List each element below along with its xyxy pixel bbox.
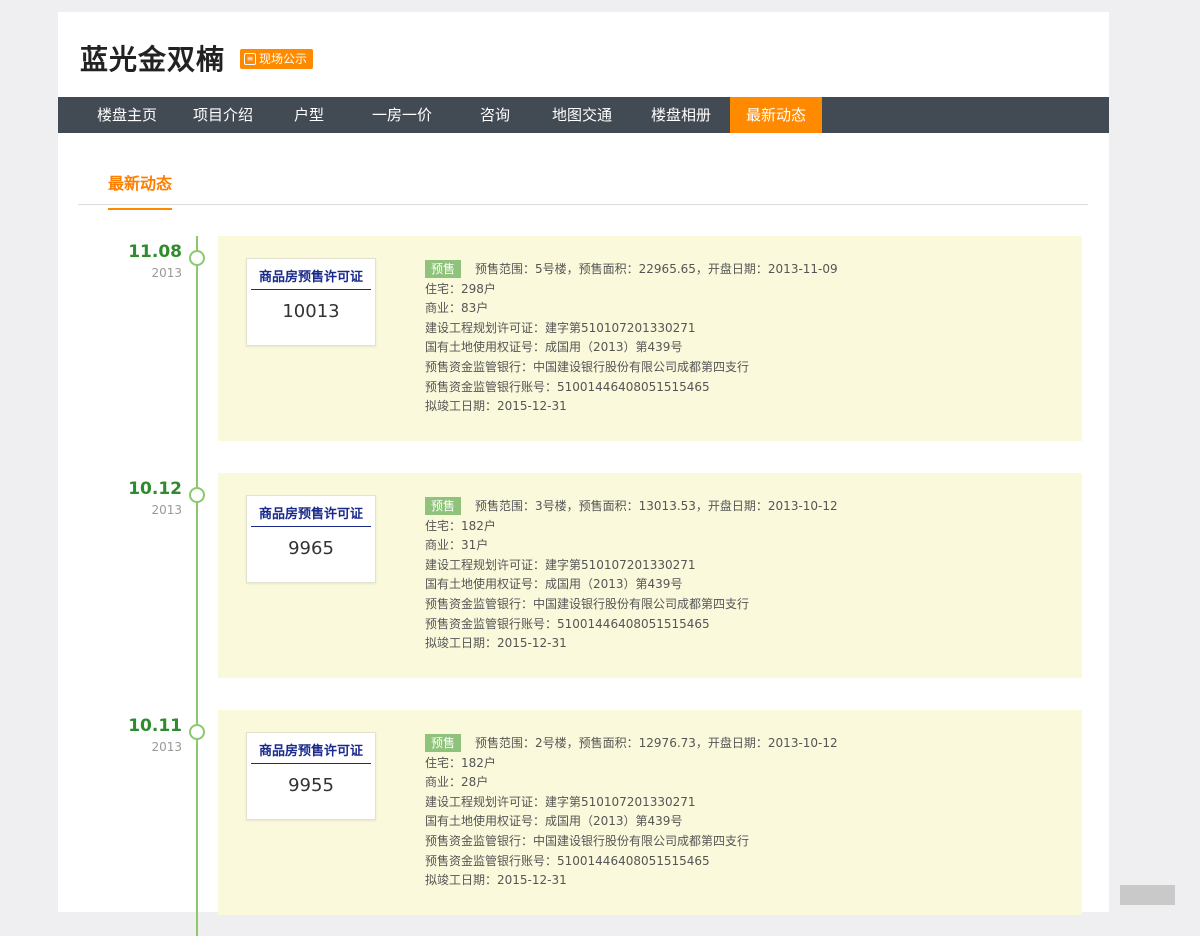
info-summary: 预售范围：5号楼，预售面积：22965.65，开盘日期：2013-11-09 <box>475 262 838 276</box>
info-summary: 预售范围：2号楼，预售面积：12976.73，开盘日期：2013-10-12 <box>475 736 838 750</box>
info-line: 拟竣工日期：2015-12-31 <box>425 636 567 651</box>
info-summary-line: 预售 预售范围：3号楼，预售面积：13013.53，开盘日期：2013-10-12 <box>425 497 1065 517</box>
entry-date: 11.08 <box>128 242 182 262</box>
presale-tag: 预售 <box>425 260 462 278</box>
entry-date: 10.11 <box>128 716 182 736</box>
nav-item-0[interactable]: 楼盘主页 <box>80 97 174 133</box>
nav-item-2[interactable]: 户型 <box>272 97 346 133</box>
certificate-title: 商品房预售许可证 <box>251 740 371 764</box>
nav-item-3[interactable]: 一房一价 <box>346 97 458 133</box>
info-line: 国有土地使用权证号：成国用（2013）第439号 <box>425 577 683 592</box>
info-line: 建设工程规划许可证：建字第510107201330271 <box>425 320 696 335</box>
info-line: 预售资金监管银行：中国建设银行股份有限公司成都第四支行 <box>425 596 750 611</box>
nav-item-7[interactable]: 最新动态 <box>730 97 822 133</box>
info-summary: 预售范围：3号楼，预售面积：13013.53，开盘日期：2013-10-12 <box>475 499 838 513</box>
page-title: 蓝光金双楠 <box>80 43 226 76</box>
timeline-dot <box>189 724 205 740</box>
info-line: 商业：31户 <box>425 538 489 553</box>
nav-item-4[interactable]: 咨询 <box>458 97 532 133</box>
entry-info: 预售 预售范围：3号楼，预售面积：13013.53，开盘日期：2013-10-12… <box>425 497 1065 654</box>
info-line: 拟竣工日期：2015-12-31 <box>425 399 567 414</box>
nav-item-5[interactable]: 地图交通 <box>532 97 632 133</box>
main-nav: 楼盘主页 项目介绍 户型 一房一价 咨询 地图交通 楼盘相册 最新动态 <box>58 97 1109 133</box>
certificate-title: 商品房预售许可证 <box>251 266 371 290</box>
entry-card: 商品房预售许可证 9965 预售 预售范围：3号楼，预售面积：13013.53，开… <box>218 473 1082 678</box>
entry-year: 2013 <box>151 740 182 754</box>
section-tabbar: 最新动态 <box>78 152 1088 210</box>
info-line: 国有土地使用权证号：成国用（2013）第439号 <box>425 814 683 829</box>
info-line: 住宅：182户 <box>425 755 496 770</box>
info-line: 预售资金监管银行：中国建设银行股份有限公司成都第四支行 <box>425 359 750 374</box>
scroll-top-button[interactable] <box>1120 885 1175 905</box>
certificate-number: 9965 <box>288 538 334 559</box>
entry-info: 预售 预售范围：2号楼，预售面积：12976.73，开盘日期：2013-10-12… <box>425 734 1065 891</box>
onsite-notice-badge[interactable]: ≡ 现场公示 <box>240 49 314 69</box>
presale-tag: 预售 <box>425 497 462 515</box>
info-line: 住宅：298户 <box>425 281 496 296</box>
info-line: 预售资金监管银行：中国建设银行股份有限公司成都第四支行 <box>425 833 750 848</box>
notice-icon: ≡ <box>244 53 256 65</box>
timeline-dot <box>189 250 205 266</box>
entry-info: 预售 预售范围：5号楼，预售面积：22965.65，开盘日期：2013-11-09… <box>425 260 1065 417</box>
entry-card: 商品房预售许可证 9955 预售 预售范围：2号楼，预售面积：12976.73，开… <box>218 710 1082 915</box>
info-line: 预售资金监管银行账号：51001446408051515465 <box>425 616 710 631</box>
page-container: 蓝光金双楠 ≡ 现场公示 楼盘主页 项目介绍 户型 一房一价 咨询 地图交通 楼盘相册 最新动… <box>58 12 1109 936</box>
entry-year: 2013 <box>151 266 182 280</box>
presale-certificate: 商品房预售许可证 9955 <box>246 732 376 820</box>
info-summary-line: 预售 预售范围：5号楼，预售面积：22965.65，开盘日期：2013-11-09 <box>425 260 1065 280</box>
nav-item-1[interactable]: 项目介绍 <box>174 97 272 133</box>
page-header: 蓝光金双楠 ≡ 现场公示 <box>58 12 1109 97</box>
info-summary-line: 预售 预售范围：2号楼，预售面积：12976.73，开盘日期：2013-10-12 <box>425 734 1065 754</box>
info-line: 建设工程规划许可证：建字第510107201330271 <box>425 794 696 809</box>
info-line: 商业：28户 <box>425 775 489 790</box>
info-line: 拟竣工日期：2015-12-31 <box>425 873 567 888</box>
info-line: 建设工程规划许可证：建字第510107201330271 <box>425 557 696 572</box>
timeline-entry: 10.12 2013 商品房预售许可证 9965 预售 预售范围：3号楼，预售面积… <box>58 473 1109 678</box>
timeline-entry: 10.11 2013 商品房预售许可证 9955 预售 预售范围：2号楼，预售面积… <box>58 710 1109 915</box>
presale-certificate: 商品房预售许可证 9965 <box>246 495 376 583</box>
certificate-title: 商品房预售许可证 <box>251 503 371 527</box>
badge-label: 现场公示 <box>259 52 308 66</box>
nav-item-6[interactable]: 楼盘相册 <box>632 97 730 133</box>
timeline-dot <box>189 487 205 503</box>
certificate-number: 10013 <box>282 301 340 322</box>
info-line: 预售资金监管银行账号：51001446408051515465 <box>425 853 710 868</box>
entry-date: 10.12 <box>128 479 182 499</box>
certificate-number: 9955 <box>288 775 334 796</box>
info-line: 国有土地使用权证号：成国用（2013）第439号 <box>425 340 683 355</box>
info-line: 预售资金监管银行账号：51001446408051515465 <box>425 379 710 394</box>
tab-latest-news[interactable]: 最新动态 <box>108 170 173 210</box>
info-line: 商业：83户 <box>425 301 489 316</box>
presale-tag: 预售 <box>425 734 462 752</box>
entry-year: 2013 <box>151 503 182 517</box>
info-line: 住宅：182户 <box>425 518 496 533</box>
timeline-entry: 11.08 2013 商品房预售许可证 10013 预售 预售范围：5号楼，预售面… <box>58 236 1109 441</box>
entry-card: 商品房预售许可证 10013 预售 预售范围：5号楼，预售面积：22965.65，… <box>218 236 1082 441</box>
presale-certificate: 商品房预售许可证 10013 <box>246 258 376 346</box>
